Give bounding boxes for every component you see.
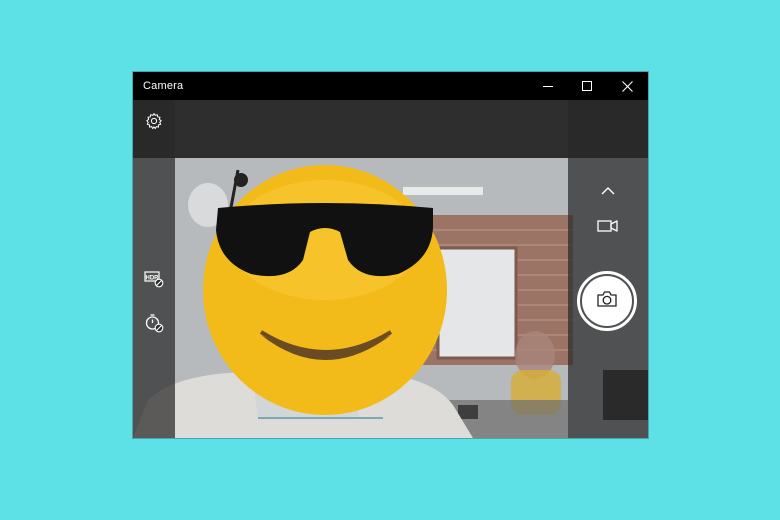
hdr-off-icon: HDR (144, 270, 164, 293)
expand-modes-button[interactable] (595, 182, 621, 200)
title-bar: Camera (133, 72, 648, 100)
settings-button[interactable] (141, 110, 167, 136)
maximize-button[interactable] (567, 72, 607, 100)
window-title: Camera (143, 80, 184, 92)
maximize-icon (582, 81, 592, 91)
close-icon (621, 80, 633, 92)
hdr-toggle-button[interactable]: HDR (141, 269, 167, 293)
take-photo-button[interactable] (577, 271, 637, 331)
minimize-icon (543, 81, 553, 91)
right-toolbar (568, 100, 648, 438)
minimize-button[interactable] (528, 72, 568, 100)
chevron-up-icon (601, 182, 615, 200)
camera-app-window: Camera HDR (133, 72, 648, 438)
take-photo-camera-icon (596, 290, 618, 313)
shutter-inner (582, 276, 632, 326)
video-mode-icon (597, 219, 619, 238)
photo-timer-off-icon (144, 313, 164, 338)
photo-timer-button[interactable] (141, 312, 167, 338)
settings-gear-icon (145, 112, 163, 135)
close-button[interactable] (607, 72, 647, 100)
video-mode-button[interactable] (594, 217, 622, 239)
